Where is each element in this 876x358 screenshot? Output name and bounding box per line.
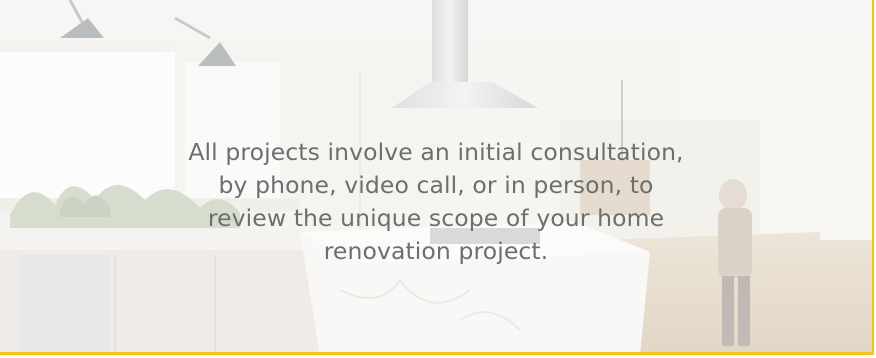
- message-line-1: All projects involve an initial consulta…: [188, 137, 684, 166]
- message-line-2: by phone, video call, or in person, to: [218, 170, 654, 199]
- message-line-3: review the unique scope of your home: [207, 203, 665, 232]
- message-line-4: renovation project.: [323, 236, 549, 265]
- consultation-hero: All projects involve an initial consulta…: [0, 0, 874, 355]
- consultation-message: All projects involve an initial consulta…: [150, 136, 722, 268]
